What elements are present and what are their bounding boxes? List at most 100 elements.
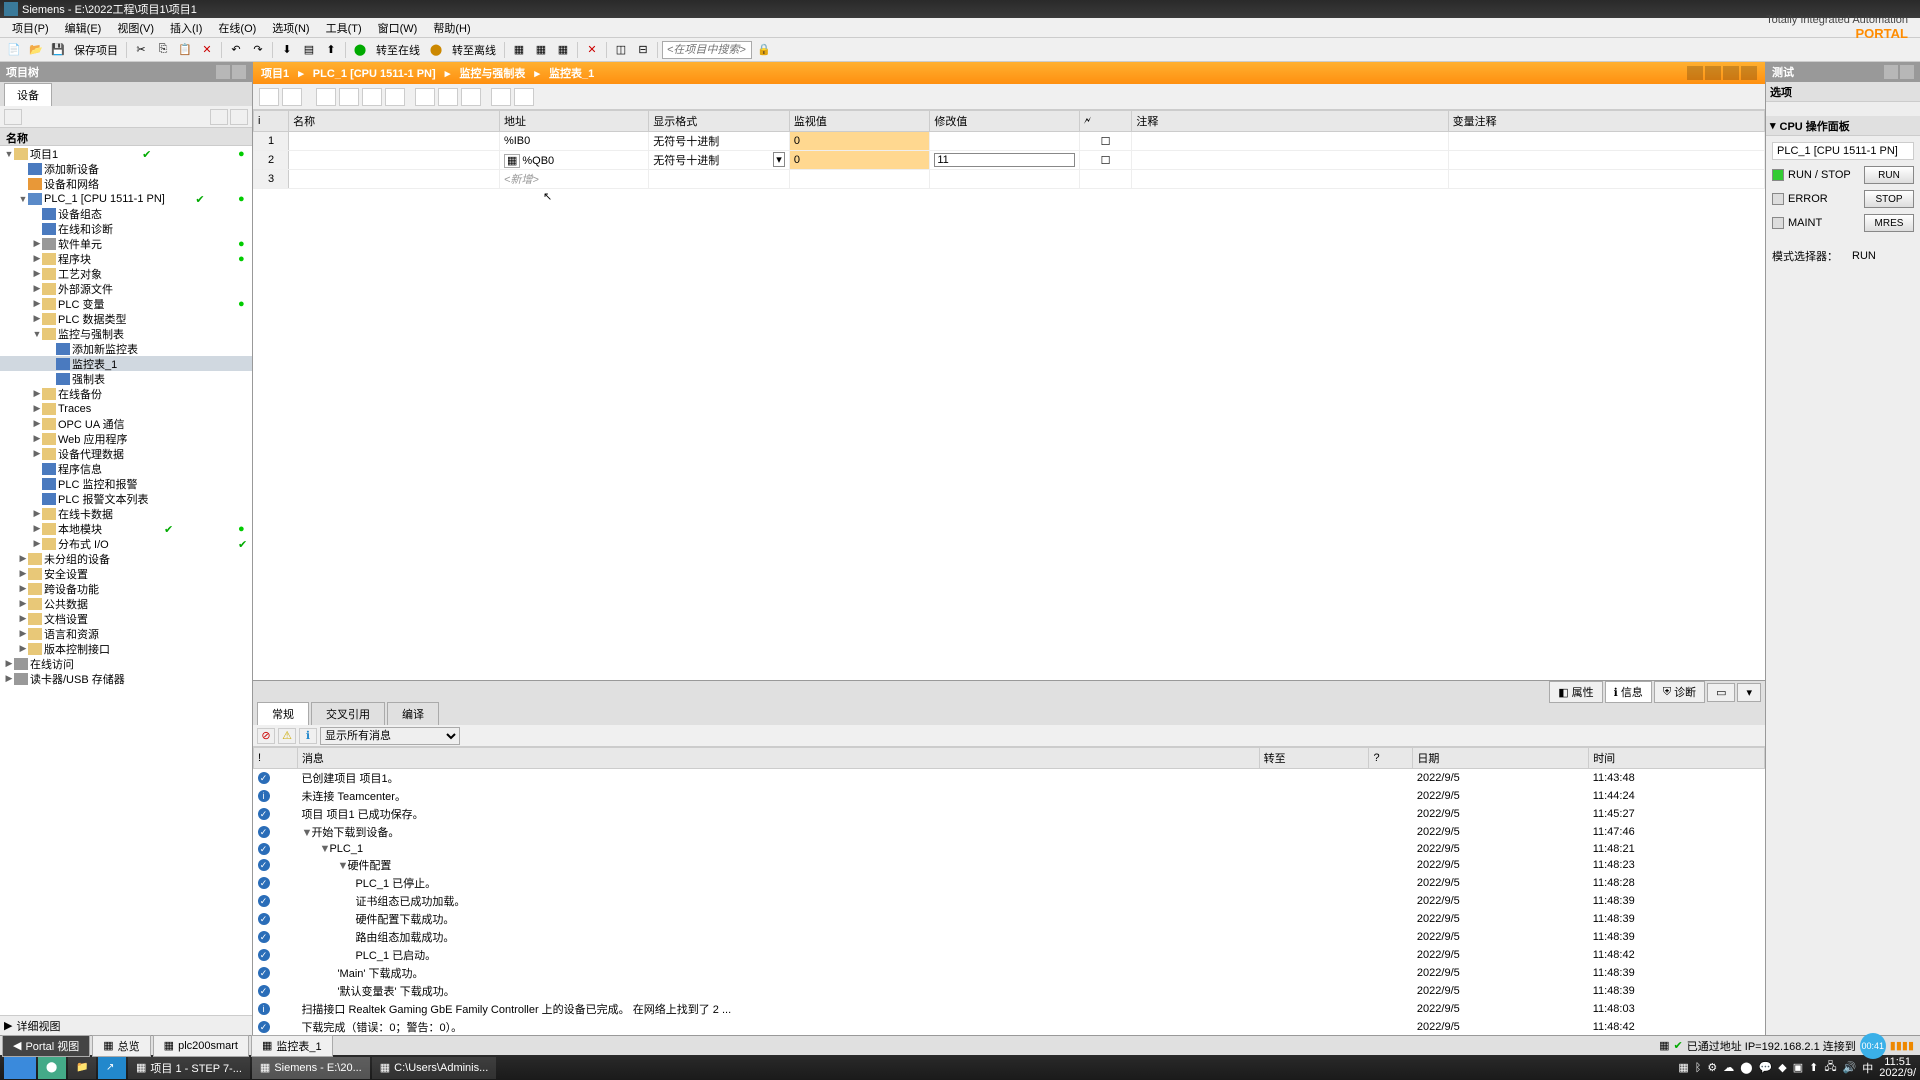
tree-item[interactable]: ▶PLC 变量● xyxy=(0,296,252,311)
cpu-run-button[interactable]: RUN xyxy=(1864,166,1914,184)
tree-item[interactable]: 强制表 xyxy=(0,371,252,386)
message-row[interactable]: ✓项目 项目1 已成功保存。2022/9/511:45:27 xyxy=(254,805,1765,823)
message-row[interactable]: ✓硬件配置下载成功。2022/9/511:48:39 xyxy=(254,910,1765,928)
menu-item[interactable]: 窗口(W) xyxy=(370,18,426,38)
watch-tool-9[interactable] xyxy=(461,88,481,106)
tree-item[interactable]: ▼PLC_1 [CPU 1511-1 PN]✔● xyxy=(0,191,252,206)
watch-column-header[interactable]: i xyxy=(254,111,289,132)
tree-item[interactable]: ▶工艺对象 xyxy=(0,266,252,281)
watch-column-header[interactable]: 修改值 xyxy=(930,111,1079,132)
taskbar-app[interactable]: ▦C:\Users\Adminis... xyxy=(372,1057,497,1079)
taskbar-app[interactable]: ▦项目 1 - STEP 7-... xyxy=(128,1057,250,1079)
watch-tool-6[interactable] xyxy=(385,88,405,106)
volume-icon[interactable]: 🔊 xyxy=(1843,1061,1857,1074)
editor-max-icon[interactable] xyxy=(1705,66,1721,80)
message-row[interactable]: ✓下载完成（错误：0；警告：0）。2022/9/511:48:42 xyxy=(254,1018,1765,1035)
cpu-stop-button[interactable]: STOP xyxy=(1864,190,1914,208)
menu-item[interactable]: 选项(N) xyxy=(264,18,317,38)
watch-column-header[interactable]: 🗲 xyxy=(1079,111,1132,132)
breadcrumb-segment[interactable]: 监控表_1 xyxy=(549,68,594,80)
watch-tool-4[interactable] xyxy=(339,88,359,106)
tool-icon-1[interactable]: ▦ xyxy=(509,41,529,59)
close-icon[interactable]: ✕ xyxy=(582,41,602,59)
tree-item[interactable]: ▶外部源文件 xyxy=(0,281,252,296)
message-row[interactable]: ✓路由组态加载成功。2022/9/511:48:39 xyxy=(254,928,1765,946)
chrome-icon[interactable]: ⬤ xyxy=(38,1057,66,1079)
watch-column-header[interactable]: 监视值 xyxy=(789,111,930,132)
editor-min-icon[interactable] xyxy=(1687,66,1703,80)
message-row[interactable]: ✓'默认变量表' 下载成功。2022/9/511:48:39 xyxy=(254,982,1765,1000)
info-subtab[interactable]: 编译 xyxy=(387,702,439,725)
watch-tool-7[interactable] xyxy=(415,88,435,106)
breadcrumb-segment[interactable]: 项目1 xyxy=(261,68,289,80)
download-icon[interactable]: ⬇ xyxy=(277,41,297,59)
network-icon[interactable]: 🖧 xyxy=(1824,1058,1836,1077)
tray-icon-6[interactable]: ▣ xyxy=(1793,1061,1803,1074)
message-row[interactable]: ✓证书组态已成功加载。2022/9/511:48:39 xyxy=(254,892,1765,910)
tree-item[interactable]: ▶版本控制接口 xyxy=(0,641,252,656)
info-tab[interactable]: ◧属性 xyxy=(1549,681,1602,703)
watch-tool-3[interactable] xyxy=(316,88,336,106)
go-online-label[interactable]: 转至在线 xyxy=(372,42,424,58)
msg-column-header[interactable]: 消息 xyxy=(297,748,1259,769)
tree-item[interactable]: ▶在线卡数据 xyxy=(0,506,252,521)
breadcrumb-segment[interactable]: PLC_1 [CPU 1511-1 PN] xyxy=(313,68,436,80)
watch-row[interactable]: 2▦%QB0无符号十进制▾0☐ xyxy=(254,151,1765,170)
editor-tab[interactable]: ▦plc200smart xyxy=(153,1035,249,1057)
watch-row[interactable]: 1%IB0无符号十进制0☐ xyxy=(254,132,1765,151)
go-offline-label[interactable]: 转至离线 xyxy=(448,42,500,58)
tree-item[interactable]: 程序信息 xyxy=(0,461,252,476)
tree-item[interactable]: PLC 报警文本列表 xyxy=(0,491,252,506)
delete-icon[interactable]: ✕ xyxy=(197,41,217,59)
test-collapse-icon[interactable] xyxy=(1900,65,1914,79)
watch-column-header[interactable]: 注释 xyxy=(1132,111,1448,132)
message-row[interactable]: ✓PLC_1 已停止。2022/9/511:48:28 xyxy=(254,874,1765,892)
undo-icon[interactable]: ↶ xyxy=(226,41,246,59)
tree-item[interactable]: ▶在线备份 xyxy=(0,386,252,401)
info-tab[interactable]: ⛨诊断 xyxy=(1654,681,1705,703)
msg-column-header[interactable]: 转至 xyxy=(1259,748,1369,769)
system-tray[interactable]: ▦ ᛒ ⚙ ☁ ⬤ 💬 ◆ ▣ ⬆ 🖧 🔊 中 11:51 2022/9/ xyxy=(1678,1057,1916,1079)
watch-table[interactable]: i名称地址显示格式监视值修改值🗲注释变量注释 1%IB0无符号十进制0☐2▦%Q… xyxy=(253,110,1765,680)
tree-tool-1[interactable] xyxy=(4,109,22,125)
filter-info-icon[interactable]: ℹ xyxy=(299,728,317,744)
go-online-icon[interactable]: ⬤ xyxy=(350,41,370,59)
message-row[interactable]: ✓'Main' 下载成功。2022/9/511:48:39 xyxy=(254,964,1765,982)
tree-item[interactable]: 添加新监控表 xyxy=(0,341,252,356)
go-offline-icon[interactable]: ⬤ xyxy=(426,41,446,59)
info-tab[interactable]: ℹ信息 xyxy=(1605,681,1652,703)
tree-item[interactable]: ▶PLC 数据类型 xyxy=(0,311,252,326)
project-tree[interactable]: ▼项目1✔●添加新设备设备和网络▼PLC_1 [CPU 1511-1 PN]✔●… xyxy=(0,146,252,1015)
menu-item[interactable]: 视图(V) xyxy=(109,18,162,38)
watch-tool-5[interactable] xyxy=(362,88,382,106)
watch-column-header[interactable]: 名称 xyxy=(289,111,500,132)
tree-item[interactable]: 添加新设备 xyxy=(0,161,252,176)
info-collapse-icon[interactable]: ▭ xyxy=(1707,683,1735,702)
message-row[interactable]: i扫描接口 Realtek Gaming GbE Family Controll… xyxy=(254,1000,1765,1018)
wechat-icon[interactable]: 💬 xyxy=(1759,1061,1773,1074)
tree-item[interactable]: 设备组态 xyxy=(0,206,252,221)
menu-item[interactable]: 帮助(H) xyxy=(425,18,478,38)
tree-item[interactable]: ▶程序块● xyxy=(0,251,252,266)
watch-tool-2[interactable] xyxy=(282,88,302,106)
options-header[interactable]: 选项 xyxy=(1766,82,1920,102)
msg-column-header[interactable]: ! xyxy=(254,748,298,769)
message-row[interactable]: ✓▼硬件配置2022/9/511:48:23 xyxy=(254,856,1765,874)
ime-icon[interactable]: 中 xyxy=(1862,1060,1873,1076)
message-row[interactable]: ✓已创建项目 项目1。2022/9/511:43:48 xyxy=(254,769,1765,788)
breadcrumb-segment[interactable]: 监控与强制表 xyxy=(459,68,525,80)
panel-collapse-icon[interactable] xyxy=(232,65,246,79)
tree-item[interactable]: ▶设备代理数据 xyxy=(0,446,252,461)
tree-item[interactable]: ▼项目1✔● xyxy=(0,146,252,161)
tree-item[interactable]: ▶OPC UA 通信 xyxy=(0,416,252,431)
message-row[interactable]: i未连接 Teamcenter。2022/9/511:44:24 xyxy=(254,787,1765,805)
tray-icon-7[interactable]: ⬆ xyxy=(1809,1061,1818,1074)
project-search-input[interactable] xyxy=(662,41,752,59)
msg-column-header[interactable]: 日期 xyxy=(1413,748,1589,769)
cut-icon[interactable]: ✂ xyxy=(131,41,151,59)
tree-item[interactable]: ▶语言和资源 xyxy=(0,626,252,641)
watch-tool-8[interactable] xyxy=(438,88,458,106)
open-project-icon[interactable]: 📂 xyxy=(26,41,46,59)
editor-close-icon[interactable] xyxy=(1741,66,1757,80)
copy-icon[interactable]: ⎘ xyxy=(153,41,173,59)
